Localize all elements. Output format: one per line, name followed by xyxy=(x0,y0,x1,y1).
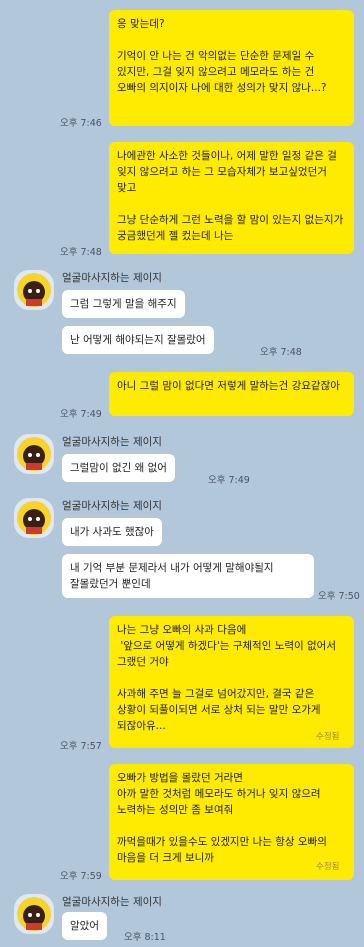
avatar[interactable] xyxy=(14,498,54,538)
message-time: 오후 7:57 xyxy=(60,741,102,752)
my-message-bubble[interactable]: 응 맞는데? 기억이 안 나는 건 악의없는 단순한 문제일 수 있지만, 그걸… xyxy=(109,10,354,126)
edited-label: 수정됨 xyxy=(316,732,340,742)
message-time: 오후 7:49 xyxy=(60,409,102,420)
avatar[interactable] xyxy=(14,894,54,934)
message-time: 오후 8:11 xyxy=(124,932,166,943)
message-time: 오후 7:49 xyxy=(208,475,250,486)
other-message-bubble[interactable]: 난 어떻게 해야되는지 잘몰랐어 xyxy=(62,326,214,354)
avatar-character-icon xyxy=(17,501,51,535)
sender-name: 얼굴마사지하는 제이지 xyxy=(62,500,162,512)
avatar-character-icon xyxy=(17,437,51,471)
avatar[interactable] xyxy=(14,434,54,474)
avatar[interactable] xyxy=(14,270,54,310)
avatar-character-icon xyxy=(17,273,51,307)
avatar-character-icon xyxy=(17,897,51,931)
other-message-bubble[interactable]: 알았어 xyxy=(62,912,107,940)
my-message-bubble[interactable]: 나는 그냥 오빠의 사과 다음에 '앞으로 어떻게 하겠다'는 구체적인 노력이… xyxy=(109,616,354,748)
message-time: 오후 7:48 xyxy=(260,347,302,358)
message-time: 오후 7:59 xyxy=(60,871,102,882)
other-message-bubble[interactable]: 내가 사과도 했잖아 xyxy=(62,518,162,546)
my-message-bubble[interactable]: 아니 그럴 맘이 없다면 저렇게 말하는건 강요같잖아 xyxy=(109,372,354,416)
other-message-bubble[interactable]: 그럼 그렇게 말을 해주지 xyxy=(62,290,185,318)
edited-label: 수정됨 xyxy=(316,862,340,872)
message-time: 오후 7:48 xyxy=(60,247,102,258)
other-message-bubble[interactable]: 내 기억 부분 문제라서 내가 어떻게 말해야될지 잘몰랐던거 뿐인데 xyxy=(62,554,314,598)
sender-name: 얼굴마사지하는 제이지 xyxy=(62,436,162,448)
message-time: 오후 7:46 xyxy=(60,118,102,129)
sender-name: 얼굴마사지하는 제이지 xyxy=(62,896,162,908)
sender-name: 얼굴마사지하는 제이지 xyxy=(62,272,162,284)
other-message-bubble[interactable]: 그럴맘이 없긴 왜 없어 xyxy=(62,454,175,482)
my-message-bubble[interactable]: 나에관한 사소한 것들이나, 어제 말한 일정 같은 걸 잊지 않으려고 하는 … xyxy=(109,142,354,254)
message-time: 오후 7:50 xyxy=(318,591,360,602)
